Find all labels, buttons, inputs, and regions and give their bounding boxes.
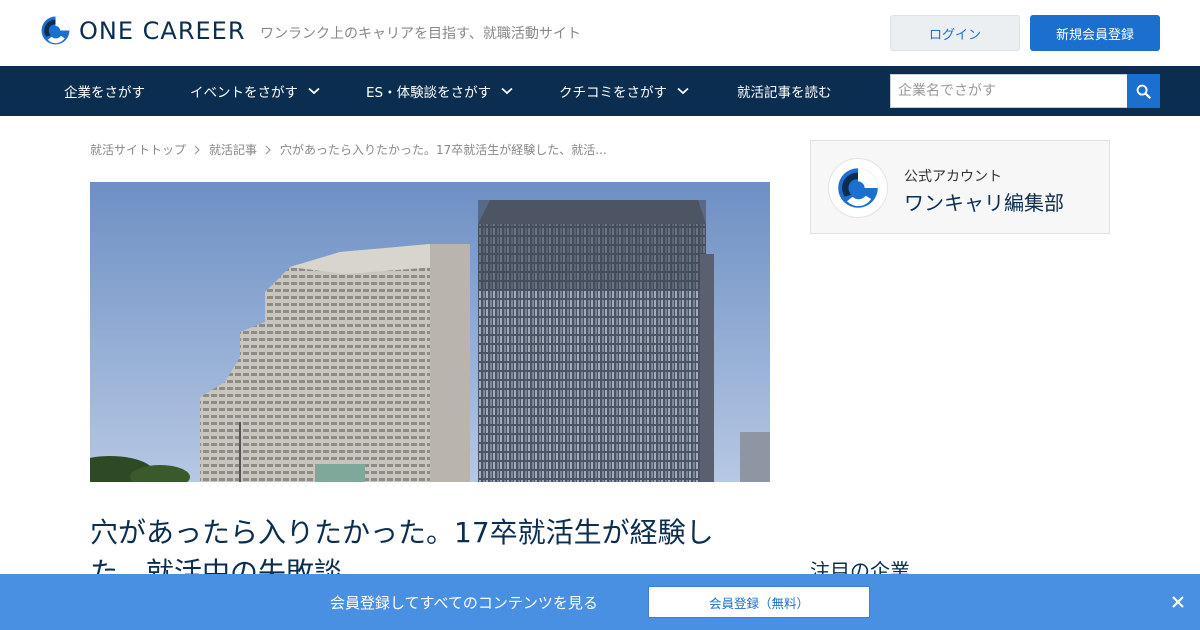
- breadcrumb-articles[interactable]: 就活記事: [209, 141, 257, 158]
- nav-item-companies[interactable]: 企業をさがす: [64, 66, 145, 116]
- search-icon: [1136, 84, 1151, 99]
- chevron-down-icon: [501, 87, 513, 95]
- company-search: [890, 74, 1160, 108]
- chevron-right-icon: [265, 145, 271, 154]
- signup-button[interactable]: 新規会員登録: [1030, 15, 1160, 51]
- search-button[interactable]: [1127, 74, 1160, 108]
- close-icon[interactable]: [1170, 594, 1186, 610]
- logo[interactable]: ONE CAREER: [40, 15, 246, 46]
- register-free-button[interactable]: 会員登録（無料）: [648, 586, 870, 618]
- nav-item-label: イベントをさがす: [190, 85, 298, 101]
- avatar: [828, 158, 888, 218]
- nav-item-es[interactable]: ES・体験談をさがす: [366, 66, 513, 116]
- nav-item-reviews[interactable]: クチコミをさがす: [559, 66, 689, 116]
- chevron-down-icon: [677, 87, 689, 95]
- banner-text: 会員登録してすべてのコンテンツを見る: [330, 593, 598, 612]
- logo-mark-icon: [41, 16, 70, 45]
- breadcrumb-current: 穴があったら入りたかった。17卒就活生が経験した、就活...: [280, 143, 607, 157]
- main-nav: 企業をさがす イベントをさがす ES・体験談をさがす クチコミをさがす 就活記事…: [0, 66, 1200, 116]
- nav-item-label: 就活記事を読む: [737, 85, 832, 101]
- buildings-photo: [90, 182, 770, 482]
- site-header: ONE CAREER ワンランク上のキャリアを目指す、就職活動サイト ログイン …: [0, 0, 1200, 66]
- chevron-down-icon: [308, 87, 320, 95]
- chevron-right-icon: [194, 145, 200, 154]
- article-hero-image: [90, 182, 770, 482]
- breadcrumb: 就活サイトトップ 就活記事 穴があったら入りたかった。17卒就活生が経験した、就…: [90, 141, 607, 158]
- logo-mark-icon: [838, 168, 878, 208]
- search-input[interactable]: [890, 74, 1127, 108]
- nav-item-label: ES・体験談をさがす: [366, 85, 492, 101]
- nav-item-label: クチコミをさがす: [559, 85, 667, 101]
- account-label: 公式アカウント: [904, 169, 1002, 185]
- nav-item-articles[interactable]: 就活記事を読む: [737, 66, 832, 116]
- nav-item-label: 企業をさがす: [64, 85, 145, 101]
- nav-item-events[interactable]: イベントをさがす: [190, 66, 320, 116]
- brand-name: ONE CAREER: [79, 16, 246, 45]
- site-tagline: ワンランク上のキャリアを目指す、就職活動サイト: [260, 26, 581, 42]
- login-button[interactable]: ログイン: [890, 15, 1020, 51]
- account-name: ワンキャリ編集部: [904, 191, 1064, 215]
- breadcrumb-home[interactable]: 就活サイトトップ: [90, 141, 186, 158]
- registration-banner: 会員登録してすべてのコンテンツを見る 会員登録（無料）: [0, 574, 1200, 630]
- official-account-card[interactable]: 公式アカウント ワンキャリ編集部: [810, 140, 1110, 234]
